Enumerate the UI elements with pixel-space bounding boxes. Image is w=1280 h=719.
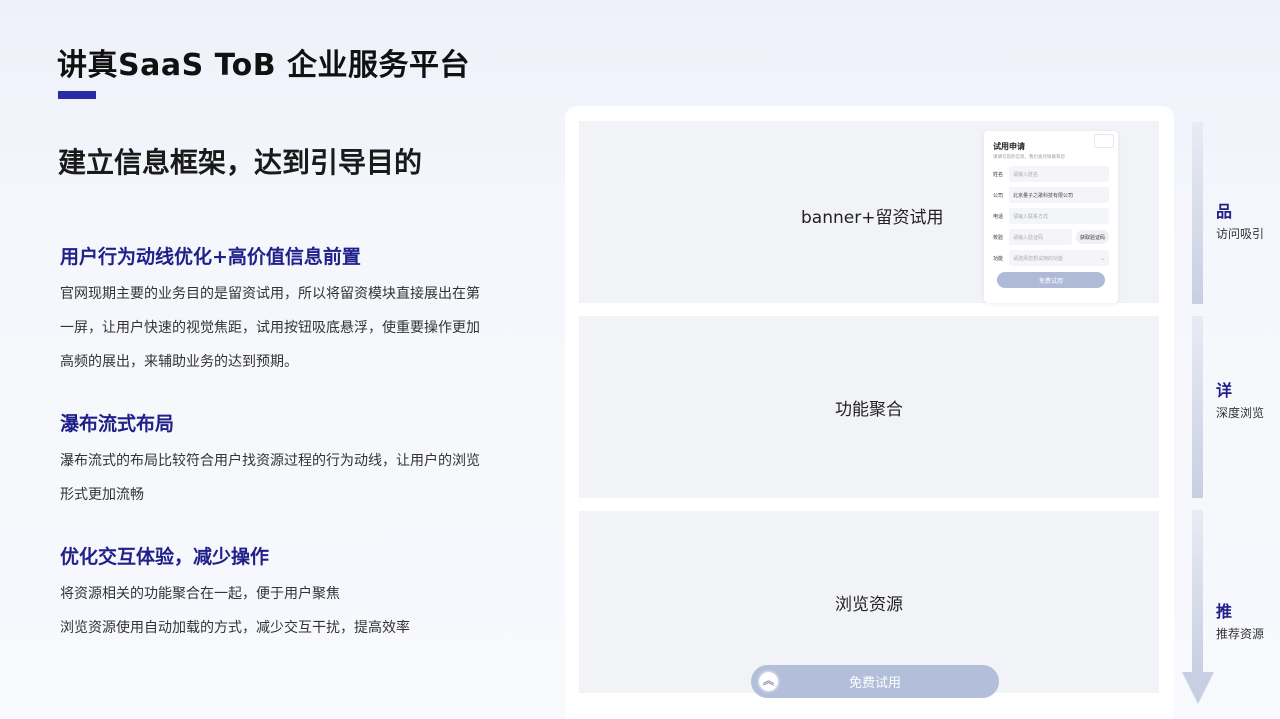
banner-block-label: banner+留资试用 — [801, 208, 944, 228]
arrow-down-icon — [1182, 672, 1214, 704]
stage-track — [1192, 510, 1203, 672]
section-line: 将资源相关的功能聚合在一起，便于用户聚焦 — [60, 586, 340, 602]
feature-select-placeholder: 请选择您想试用的功能 — [1013, 255, 1064, 262]
field-label: 功能 — [993, 255, 1004, 262]
stage-desc: 深度浏览 — [1216, 406, 1265, 420]
form-row-company: 公司 北京量子之歌科技有限公司 — [993, 187, 1109, 203]
form-subtitle: 请填写您的信息，我们会尽快联系您 — [993, 155, 1065, 160]
resources-block-label: 浏览资源 — [835, 594, 903, 615]
form-row-name: 姓名 请输入姓名 — [993, 166, 1109, 182]
stage-desc: 推荐资源 — [1216, 627, 1265, 641]
code-field[interactable]: 请输入验证码 — [1009, 229, 1072, 245]
section-waterfall-layout: 瀑布流式布局 瀑布流式的布局比较符合用户找资源过程的行为动线，让用户的浏览 形式… — [60, 409, 540, 512]
form-submit-button[interactable]: 免费试用 — [997, 272, 1105, 288]
section-line: 浏览资源使用自动加载的方式，减少交互干扰，提高效率 — [60, 620, 410, 636]
stage-browse: 详 深度浏览 — [1216, 377, 1264, 421]
section-flow-optimization: 用户行为动线优化+高价值信息前置 官网现期主要的业务目的是留资试用，所以将留资模… — [60, 242, 540, 379]
wireframe-panel: banner+留资试用 试用申请 请填写您的信息，我们会尽快联系您 姓名 请输入… — [565, 106, 1174, 719]
free-trial-label: 免费试用 — [848, 676, 901, 691]
feature-block-label: 功能聚合 — [835, 399, 903, 420]
form-row-code: 校验 请输入验证码 获取验证码 — [993, 229, 1109, 245]
section-line: 瀑布流式的布局比较符合用户找资源过程的行为动线，让用户的浏览 — [60, 453, 480, 469]
section-line: 官网现期主要的业务目的是留资试用，所以将留资模块直接展出在第 — [60, 286, 480, 302]
feature-block: 功能聚合 — [579, 316, 1159, 498]
stage-recommend: 推 推荐资源 — [1216, 598, 1264, 642]
form-corner-icon — [1094, 134, 1114, 148]
trial-form: 试用申请 请填写您的信息，我们会尽快联系您 姓名 请输入姓名 公司 北京量子之歌… — [984, 131, 1118, 303]
page-title: 讲真SaaS ToB 企业服务平台 — [57, 48, 471, 83]
section-heading: 优化交互体验，减少操作 — [60, 546, 270, 568]
section-line: 形式更加流畅 — [60, 487, 144, 503]
page-subtitle: 建立信息框架，达到引导目的 — [58, 146, 423, 179]
free-trial-button[interactable]: ︽ 免费试用 — [751, 665, 999, 698]
stage-track — [1192, 316, 1203, 498]
feature-select[interactable]: 请选择您想试用的功能 ⌄ — [1009, 250, 1109, 266]
stage-key: 详 — [1216, 381, 1233, 400]
stage-track — [1192, 122, 1203, 304]
name-field[interactable]: 请输入姓名 — [1009, 166, 1109, 182]
section-line: 高频的展出，来辅助业务的达到预期。 — [60, 354, 298, 370]
stage-desc: 访问吸引 — [1216, 227, 1265, 241]
field-label: 电话 — [993, 213, 1004, 220]
phone-field[interactable]: 请输入联系方式 — [1009, 208, 1109, 224]
field-label: 校验 — [993, 234, 1004, 241]
stage-attract: 品 访问吸引 — [1216, 198, 1264, 242]
title-underline — [58, 91, 96, 99]
field-label: 姓名 — [993, 171, 1004, 178]
stage-key: 推 — [1216, 602, 1233, 621]
get-code-button[interactable]: 获取验证码 — [1075, 230, 1109, 244]
form-row-feature: 功能 请选择您想试用的功能 ⌄ — [993, 250, 1109, 266]
section-heading: 瀑布流式布局 — [60, 413, 175, 435]
form-title: 试用申请 — [993, 142, 1025, 151]
field-label: 公司 — [993, 192, 1004, 199]
banner-block: banner+留资试用 试用申请 请填写您的信息，我们会尽快联系您 姓名 请输入… — [579, 121, 1159, 303]
stage-key: 品 — [1216, 202, 1233, 221]
section-line: 一屏，让用户快速的视觉焦距，试用按钮吸底悬浮，使重要操作更加 — [60, 320, 480, 336]
form-row-phone: 电话 请输入联系方式 — [993, 208, 1109, 224]
chevron-down-icon: ⌄ — [1099, 254, 1105, 262]
company-field[interactable]: 北京量子之歌科技有限公司 — [1009, 187, 1109, 203]
chevron-up-icon: ︽ — [757, 670, 780, 693]
section-heading: 用户行为动线优化+高价值信息前置 — [60, 246, 361, 268]
section-interaction: 优化交互体验，减少操作 将资源相关的功能聚合在一起，便于用户聚焦 浏览资源使用自… — [60, 542, 540, 645]
